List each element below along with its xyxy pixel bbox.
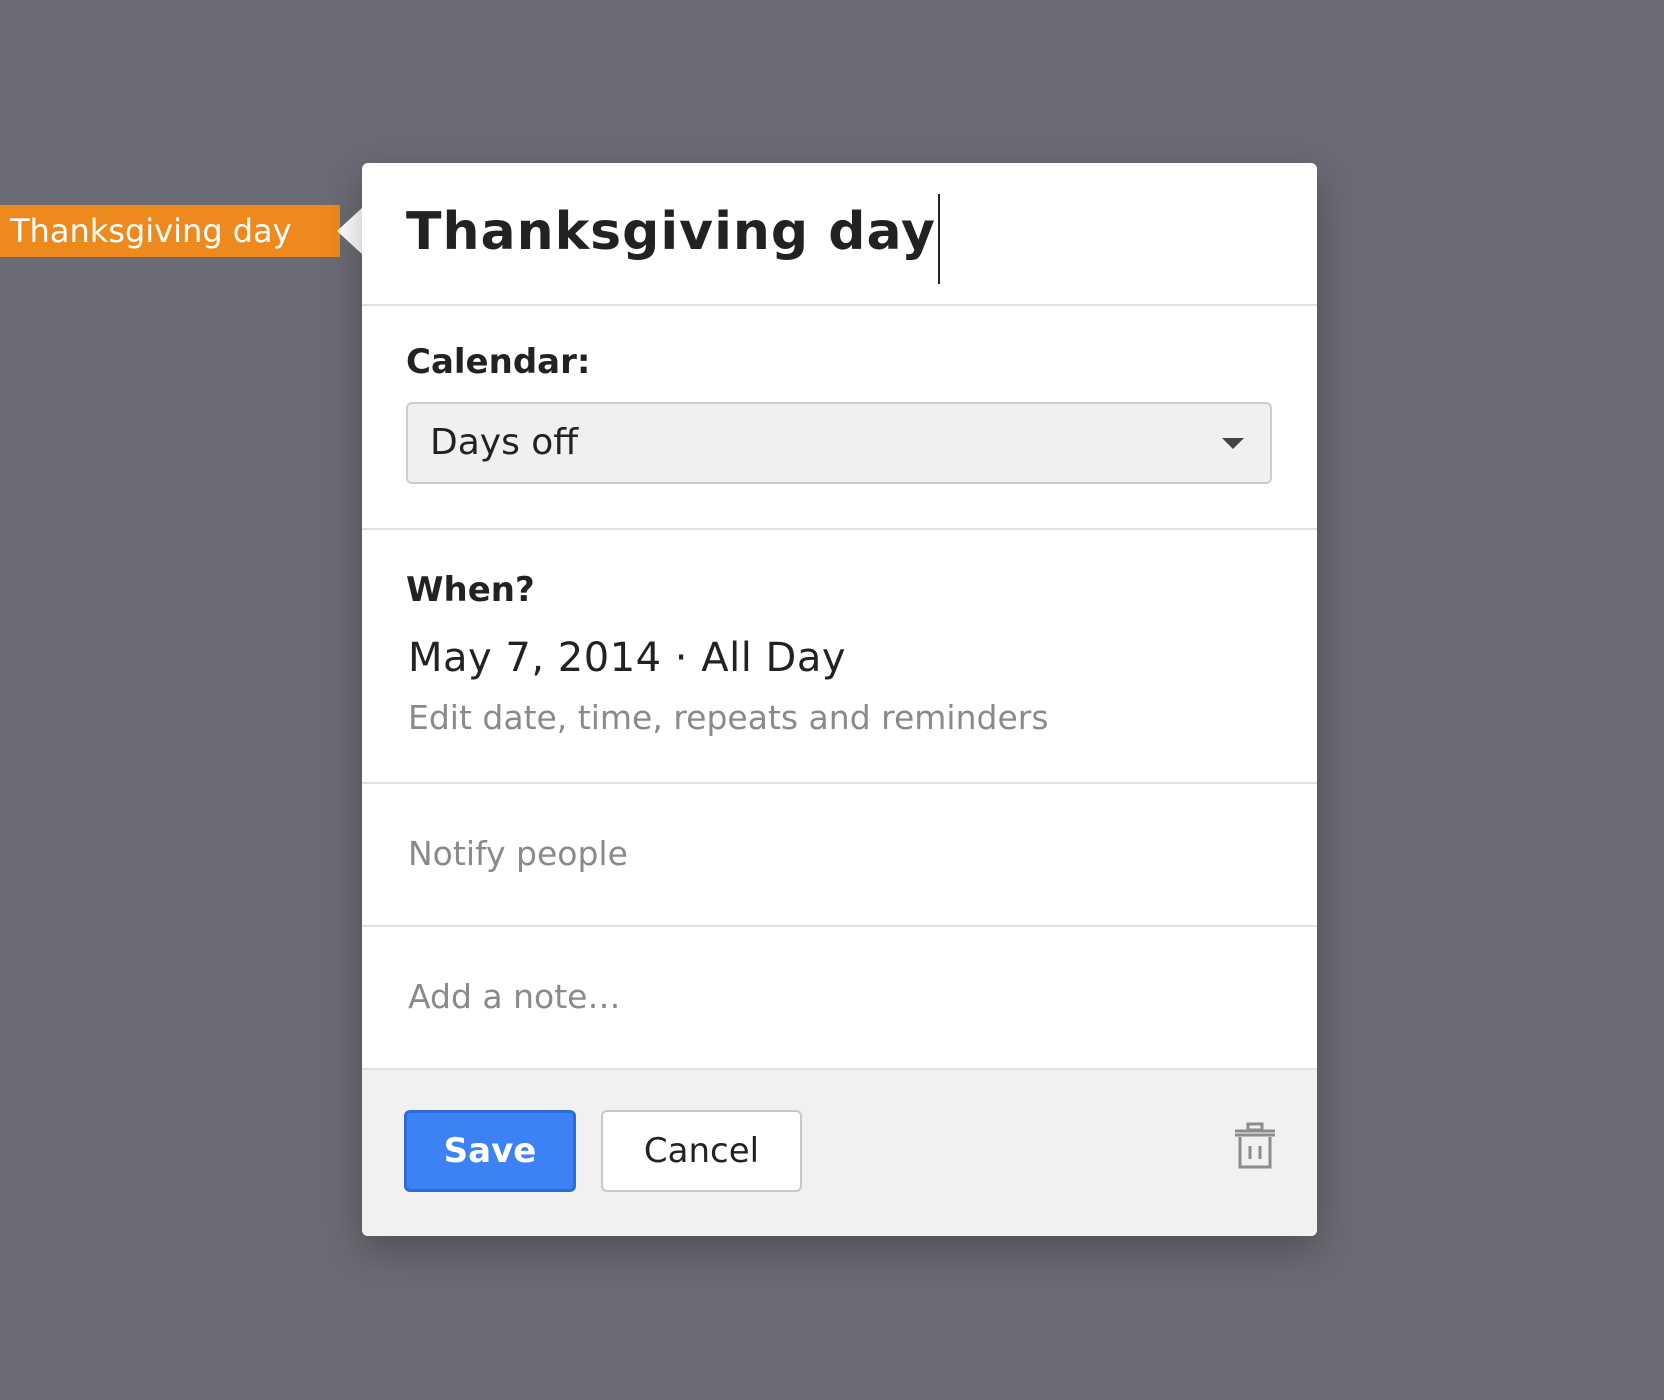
edit-date-link[interactable]: Edit date, time, repeats and reminders bbox=[406, 696, 1273, 740]
trash-icon[interactable] bbox=[1233, 1122, 1277, 1170]
event-edit-dialog: Thanksgiving day Calendar: Days off When… bbox=[362, 163, 1317, 1236]
when-section: When? May 7, 2014 · All Day Edit date, t… bbox=[362, 530, 1317, 784]
event-tag-label: Thanksgiving day bbox=[10, 212, 292, 250]
chevron-down-icon bbox=[1222, 438, 1244, 449]
add-note-field[interactable]: Add a note… bbox=[406, 975, 1273, 1019]
save-button[interactable]: Save bbox=[404, 1110, 576, 1192]
cancel-button[interactable]: Cancel bbox=[601, 1110, 802, 1192]
notify-people-field[interactable]: Notify people bbox=[406, 832, 1273, 876]
event-title-input[interactable]: Thanksgiving day bbox=[406, 197, 936, 267]
notify-section[interactable]: Notify people bbox=[362, 784, 1317, 927]
dialog-footer: Save Cancel bbox=[362, 1070, 1317, 1236]
popover-pointer bbox=[337, 207, 363, 255]
calendar-event-tag[interactable]: Thanksgiving day bbox=[0, 205, 340, 257]
calendar-select-value: Days off bbox=[430, 422, 579, 463]
text-cursor bbox=[937, 193, 940, 284]
title-row: Thanksgiving day bbox=[362, 163, 1317, 306]
calendar-label: Calendar: bbox=[406, 342, 591, 382]
note-section[interactable]: Add a note… bbox=[362, 927, 1317, 1070]
calendar-select[interactable]: Days off bbox=[406, 402, 1272, 484]
when-label: When? bbox=[406, 570, 535, 610]
when-value: May 7, 2014 · All Day bbox=[408, 635, 847, 681]
calendar-section: Calendar: Days off bbox=[362, 306, 1317, 530]
